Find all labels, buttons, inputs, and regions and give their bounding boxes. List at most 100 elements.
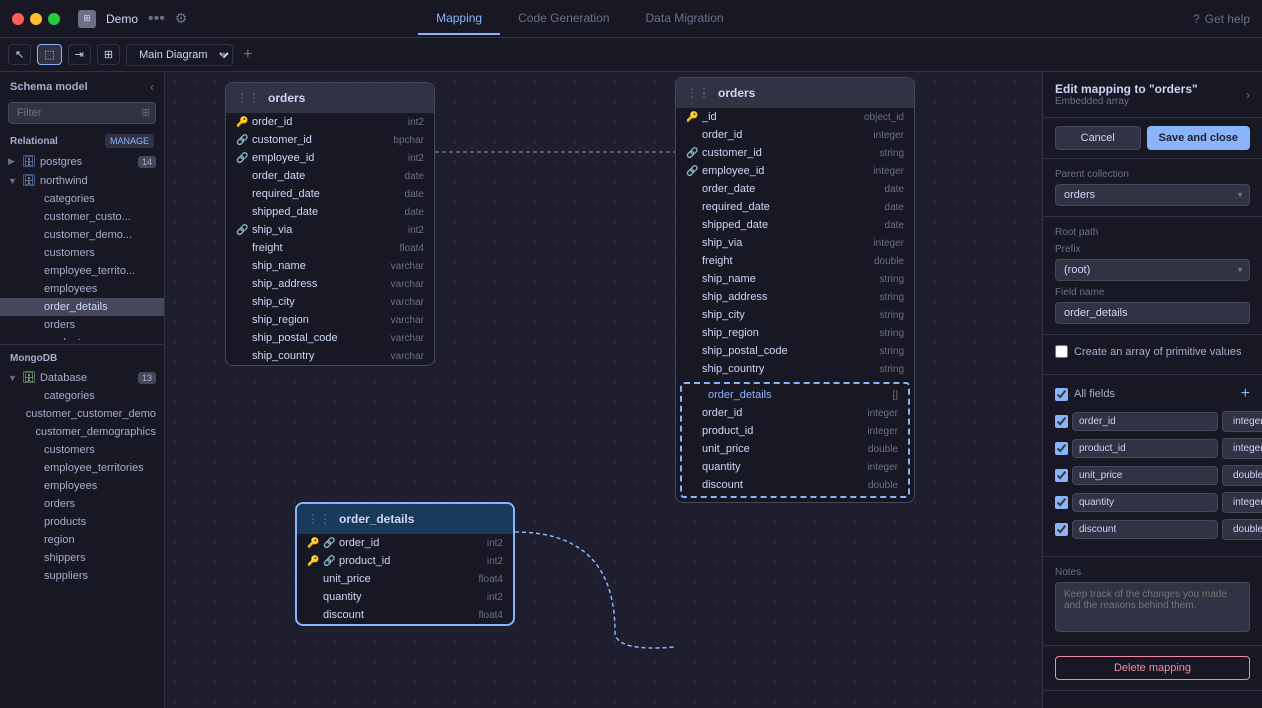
field-name-input[interactable] xyxy=(1055,302,1250,324)
sidebar-item-categories[interactable]: categories xyxy=(0,190,164,208)
discount-checkbox[interactable] xyxy=(1055,523,1068,536)
tab-code-generation[interactable]: Code Generation xyxy=(500,3,627,35)
add-diagram-button[interactable]: + xyxy=(239,46,256,64)
sidebar-item-mongo-customer-customer-demo[interactable]: customer_customer_demo xyxy=(0,405,164,423)
select-tool[interactable]: ⬚ xyxy=(37,44,61,65)
table-row: order_details[] xyxy=(682,386,908,404)
toolbar: ↖ ⬚ ⇥ ⊞ Main Diagram + xyxy=(0,38,1262,72)
root-path-label: Root path xyxy=(1055,227,1250,238)
sidebar-item-customer-demo[interactable]: customer_demo... xyxy=(0,226,164,244)
table-row: ship_viainteger xyxy=(676,234,914,252)
minimize-button[interactable] xyxy=(30,13,42,25)
drag-handle-icon: ⋮⋮ xyxy=(686,86,710,100)
sidebar-item-mongo-customer-demographics[interactable]: customer_demographics xyxy=(0,423,164,441)
link-icon: 🔗 xyxy=(236,153,248,164)
table-row: 🔗employee_idint2 xyxy=(226,149,434,167)
sidebar-item-employees[interactable]: employees xyxy=(0,280,164,298)
order-id-field-input[interactable] xyxy=(1072,412,1218,431)
sidebar-item-order-details[interactable]: order_details xyxy=(0,298,164,316)
notes-label: Notes xyxy=(1055,567,1250,578)
field-mapping-quantity: integer ℹ xyxy=(1055,492,1250,513)
link-icon: 🔗 xyxy=(323,556,335,567)
app-menu-dots[interactable]: ••• xyxy=(148,10,165,28)
right-panel-collapse-icon[interactable]: › xyxy=(1246,88,1250,102)
sidebar-item-postgres[interactable]: ▶ 🗄 postgres 14 xyxy=(0,152,164,171)
settings-icon[interactable]: ⚙ xyxy=(175,10,188,27)
close-button[interactable] xyxy=(12,13,24,25)
orders-relational-header[interactable]: ⋮⋮ orders xyxy=(226,83,434,113)
right-panel-subtitle: Embedded array xyxy=(1055,96,1198,107)
connect-tool[interactable]: ⇥ xyxy=(68,44,91,65)
sidebar-item-mongo-categories[interactable]: categories xyxy=(0,387,164,405)
sidebar-item-mongo-orders[interactable]: orders xyxy=(0,495,164,513)
table-row: ship_addressvarchar xyxy=(226,275,434,293)
key-icon: 🔑 xyxy=(236,117,248,128)
expand-icon: ▶ xyxy=(8,156,18,167)
table-row: 🔗customer_idbpchar xyxy=(226,131,434,149)
sidebar-item-employee-territo[interactable]: employee_territo... xyxy=(0,262,164,280)
parent-collection-select[interactable]: orders xyxy=(1055,184,1250,206)
help-button[interactable]: ? Get help xyxy=(1193,12,1250,26)
table-row: 🔗employee_idinteger xyxy=(676,162,914,180)
tab-data-migration[interactable]: Data Migration xyxy=(628,3,742,35)
table-row: ship_addressstring xyxy=(676,288,914,306)
product-id-type-select[interactable]: integer xyxy=(1222,438,1262,459)
sidebar-item-mongo-shippers[interactable]: shippers xyxy=(0,549,164,567)
arrow-tool[interactable]: ↖ xyxy=(8,44,31,65)
notes-textarea[interactable] xyxy=(1055,582,1250,632)
orders-mongo-header[interactable]: ⋮⋮ orders xyxy=(676,78,914,108)
quantity-type-select[interactable]: integer xyxy=(1222,492,1262,513)
delete-mapping-button[interactable]: Delete mapping xyxy=(1055,656,1250,680)
sidebar-item-customers[interactable]: customers xyxy=(0,244,164,262)
unit-price-field-input[interactable] xyxy=(1072,466,1218,485)
sidebar-item-mongo-products[interactable]: products xyxy=(0,513,164,531)
sidebar-item-customer-custo[interactable]: customer_custo... xyxy=(0,208,164,226)
sidebar-item-mongo-employee-territories[interactable]: employee_territories xyxy=(0,459,164,477)
zoom-tool[interactable]: ⊞ xyxy=(97,44,120,65)
save-and-close-button[interactable]: Save and close xyxy=(1147,126,1251,150)
order-id-checkbox[interactable] xyxy=(1055,415,1068,428)
sidebar-collapse-icon[interactable]: ‹ xyxy=(150,80,154,94)
canvas[interactable]: ⋮⋮ orders 🔑order_idint2 🔗customer_idbpch… xyxy=(165,72,1042,708)
order-id-type-select[interactable]: integer xyxy=(1222,411,1262,432)
filter-icon: ⊞ xyxy=(142,108,150,119)
primitive-checkbox[interactable] xyxy=(1055,345,1068,358)
sidebar-item-products[interactable]: products xyxy=(0,334,164,340)
table-row: ship_cityvarchar xyxy=(226,293,434,311)
key-icon: 🔑 xyxy=(307,556,319,567)
prefix-label: Prefix xyxy=(1055,244,1250,255)
sidebar-item-database[interactable]: ▼ 🗄 Database 13 xyxy=(0,368,164,387)
sidebar-item-mongo-region[interactable]: region xyxy=(0,531,164,549)
product-id-checkbox[interactable] xyxy=(1055,442,1068,455)
sidebar-item-northwind[interactable]: ▼ 🗄 northwind xyxy=(0,171,164,190)
maximize-button[interactable] xyxy=(48,13,60,25)
sidebar-item-mongo-employees[interactable]: employees xyxy=(0,477,164,495)
add-field-icon[interactable]: + xyxy=(1241,385,1250,403)
table-row: order_datedate xyxy=(676,180,914,198)
cancel-button[interactable]: Cancel xyxy=(1055,126,1141,150)
tab-mapping[interactable]: Mapping xyxy=(418,3,500,35)
diagram-select[interactable]: Main Diagram xyxy=(126,44,233,66)
expand-icon: ▼ xyxy=(8,176,18,186)
unit-price-checkbox[interactable] xyxy=(1055,469,1068,482)
quantity-checkbox[interactable] xyxy=(1055,496,1068,509)
discount-field-input[interactable] xyxy=(1072,520,1218,539)
app-icon: ⊞ xyxy=(78,10,96,28)
order-details-header[interactable]: ⋮⋮ order_details xyxy=(297,504,513,534)
prefix-select[interactable]: (root) xyxy=(1055,259,1250,281)
titlebar: ⊞ Demo ••• ⚙ Mapping Code Generation Dat… xyxy=(0,0,1262,38)
parent-collection-section: Parent collection orders xyxy=(1043,159,1262,217)
manage-button[interactable]: MANAGE xyxy=(105,134,154,148)
sidebar-item-mongo-suppliers[interactable]: suppliers xyxy=(0,567,164,585)
filter-input[interactable] xyxy=(8,102,156,124)
expand-icon: ▼ xyxy=(8,373,18,383)
sidebar-item-orders[interactable]: orders xyxy=(0,316,164,334)
quantity-field-input[interactable] xyxy=(1072,493,1218,512)
root-path-section: Root path Prefix (root) Field name xyxy=(1043,217,1262,335)
discount-type-select[interactable]: double xyxy=(1222,519,1262,540)
product-id-field-input[interactable] xyxy=(1072,439,1218,458)
all-fields-checkbox[interactable] xyxy=(1055,388,1068,401)
unit-price-type-select[interactable]: double xyxy=(1222,465,1262,486)
sidebar-item-mongo-customers[interactable]: customers xyxy=(0,441,164,459)
drag-handle-icon: ⋮⋮ xyxy=(236,91,260,105)
